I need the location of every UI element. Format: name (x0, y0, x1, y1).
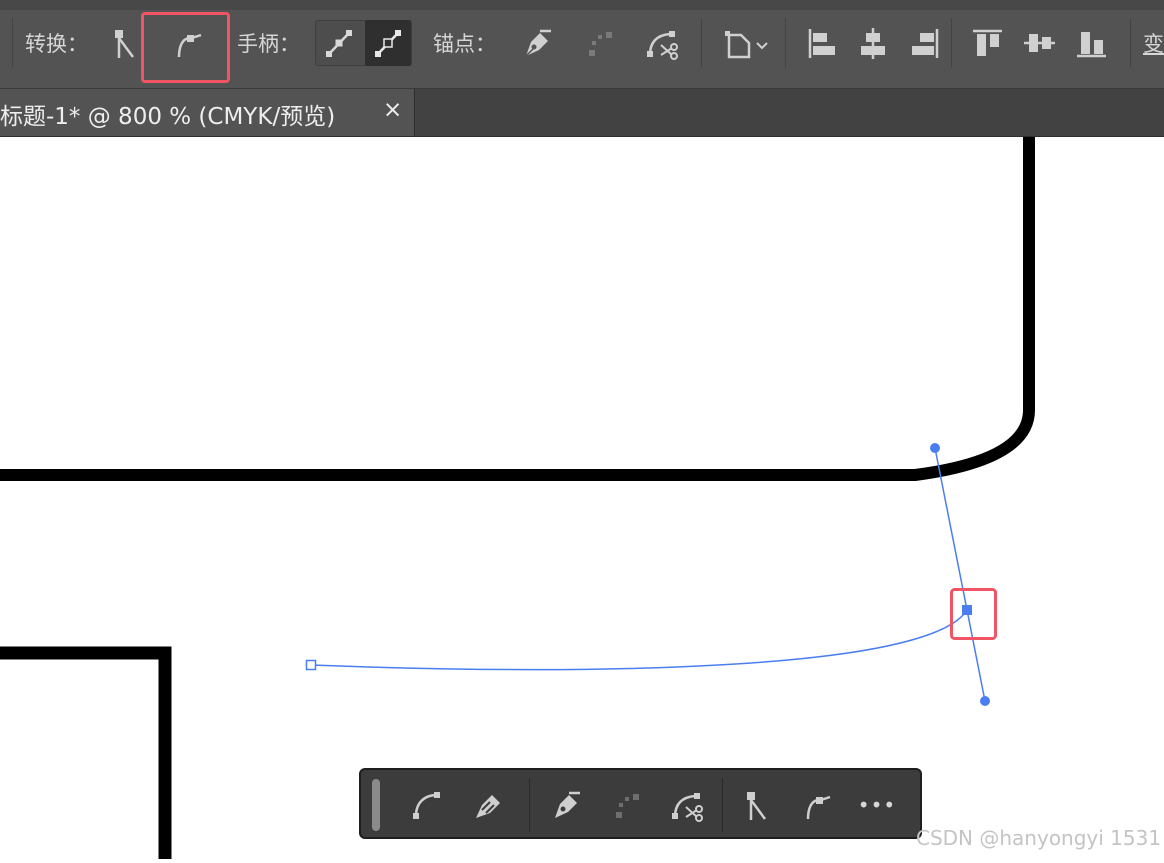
show-handles-button[interactable] (365, 20, 411, 66)
cut-path-button[interactable] (640, 20, 684, 66)
contextual-task-bar: ••• (359, 768, 922, 839)
handle-point-bottom[interactable] (980, 696, 990, 706)
align-bottom-button[interactable] (1069, 20, 1113, 66)
separator (785, 18, 786, 68)
align-h-center-icon (861, 28, 885, 59)
watermark: CSDN @hanyongyi 1531 (916, 826, 1162, 850)
more-icon[interactable]: ••• (854, 782, 900, 828)
hide-handles-icon (326, 30, 352, 57)
remove-anchor-icon (525, 29, 551, 57)
align-right-button[interactable] (902, 20, 946, 66)
control-bar-top-edge (0, 0, 1164, 10)
anchors-label: 锚点： (433, 32, 496, 56)
hide-handles-button[interactable] (316, 20, 362, 66)
connect-endpoints-button[interactable] (604, 782, 650, 828)
black-stroke-path-top (0, 137, 1035, 481)
black-stroke-path-bottom (0, 646, 172, 859)
cut-path-button[interactable] (664, 782, 710, 828)
document-tab[interactable]: 标题-1* @ 800 % (CMYK/预览) × (0, 89, 415, 136)
transform-bounds-icon (725, 31, 768, 59)
cut-path-icon (647, 31, 678, 60)
separator (701, 18, 702, 68)
cut-path-icon (672, 793, 703, 822)
convert-label: 转换： (25, 32, 88, 56)
transform-bounds-button[interactable] (720, 20, 774, 66)
align-h-center-button[interactable] (851, 20, 895, 66)
align-left-icon (808, 29, 835, 58)
corner-point-icon (115, 30, 135, 58)
align-bottom-icon (1077, 32, 1106, 58)
transform-link-partial[interactable]: 变 (1143, 28, 1164, 58)
selected-blue-path (310, 609, 968, 671)
align-top-icon (973, 29, 1002, 56)
control-bar: 转换： 手柄： 锚点： 变 (0, 0, 1164, 89)
connect-endpoints-button[interactable] (578, 20, 622, 66)
selected-anchor-point[interactable] (962, 605, 972, 615)
align-v-center-button[interactable] (1017, 20, 1061, 66)
artboard-canvas[interactable] (0, 137, 1164, 859)
eraser-pen-button[interactable] (465, 782, 511, 828)
direction-handle-line (934, 447, 986, 702)
drag-handle[interactable] (372, 779, 380, 831)
eraser-pen-icon (476, 795, 500, 818)
align-top-button[interactable] (965, 20, 1009, 66)
corner-point-icon (747, 792, 767, 820)
document-tab-bar: 标题-1* @ 800 % (CMYK/预览) × (0, 89, 1164, 137)
smooth-point-button[interactable] (794, 782, 840, 828)
remove-anchor-button[interactable] (514, 20, 558, 66)
document-tab-title: 标题-1* @ 800 % (CMYK/预览) (0, 104, 336, 130)
separator (951, 18, 952, 68)
remove-anchor-icon (555, 791, 580, 818)
show-handles-icon (375, 30, 401, 57)
separator (1130, 18, 1131, 68)
align-right-icon (912, 29, 939, 58)
connect-endpoints-icon (589, 32, 612, 56)
close-icon[interactable]: × (383, 97, 402, 123)
start-anchor-point[interactable] (305, 659, 317, 671)
smooth-point-icon (806, 795, 831, 820)
smooth-curve-button[interactable] (403, 782, 449, 828)
highlight-box-smooth-point (141, 12, 230, 83)
highlight-box-anchor (950, 588, 997, 640)
remove-anchor-button[interactable] (542, 782, 588, 828)
smooth-curve-icon (413, 792, 440, 819)
handle-point-top[interactable] (930, 443, 940, 453)
artwork (0, 137, 1035, 859)
align-left-button[interactable] (800, 20, 844, 66)
align-v-center-icon (1024, 34, 1055, 52)
separator (529, 778, 530, 832)
connect-endpoints-icon (616, 794, 639, 818)
handles-label: 手柄： (237, 32, 300, 56)
corner-point-button[interactable] (735, 782, 781, 828)
separator (12, 18, 13, 68)
separator (722, 778, 723, 832)
